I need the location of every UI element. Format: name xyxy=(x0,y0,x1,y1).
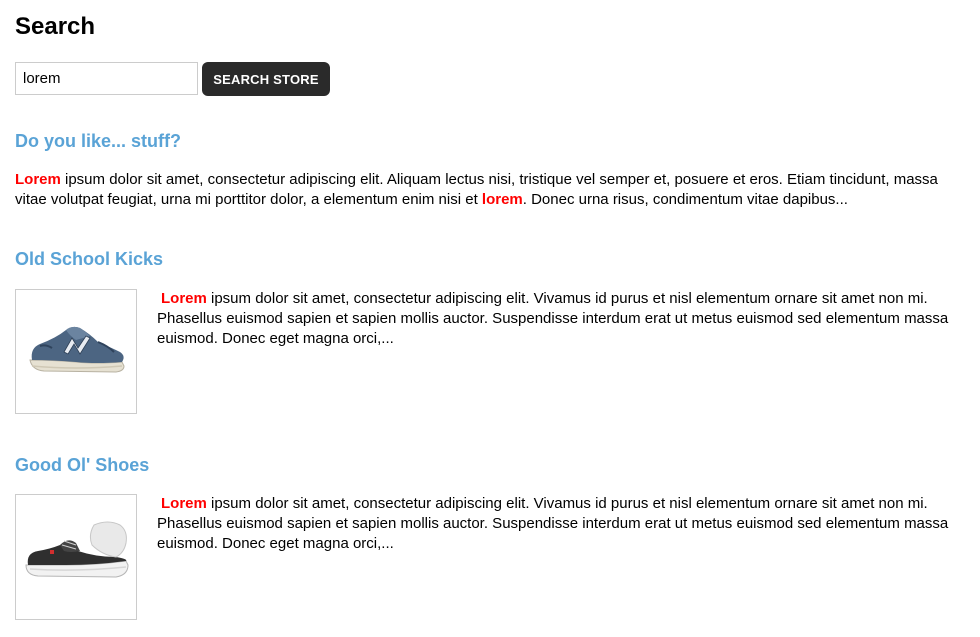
search-highlight: Lorem xyxy=(15,171,61,188)
sneaker-icon xyxy=(29,326,125,373)
product-image[interactable] xyxy=(15,289,137,414)
search-store-button[interactable]: SEARCH STORE xyxy=(202,62,330,96)
snippet-text: ipsum dolor sit amet, consectetur adipis… xyxy=(157,290,949,347)
result-snippet: Lorem ipsum dolor sit amet, consectetur … xyxy=(15,170,965,210)
result-snippet: Lorem ipsum dolor sit amet, consectetur … xyxy=(157,494,965,554)
search-highlight: lorem xyxy=(481,191,523,208)
result-title[interactable]: Good Ol' Shoes xyxy=(15,454,149,476)
page-title: Search xyxy=(15,13,96,40)
shoe-icon xyxy=(25,521,129,578)
search-highlight: Lorem xyxy=(161,290,207,307)
result-title[interactable]: Do you like... stuff? xyxy=(15,130,181,152)
search-page: Search SEARCH STORE Do you like... stuff… xyxy=(0,0,980,637)
snippet-text: ipsum dolor sit amet, consectetur adipis… xyxy=(157,495,949,552)
snippet-text: . Donec urna risus, condimentum vitae da… xyxy=(522,191,848,208)
product-image[interactable] xyxy=(15,494,137,620)
search-highlight: Lorem xyxy=(161,495,207,512)
result-snippet: Lorem ipsum dolor sit amet, consectetur … xyxy=(157,289,965,349)
search-input[interactable] xyxy=(15,62,198,95)
result-title[interactable]: Old School Kicks xyxy=(15,248,163,270)
